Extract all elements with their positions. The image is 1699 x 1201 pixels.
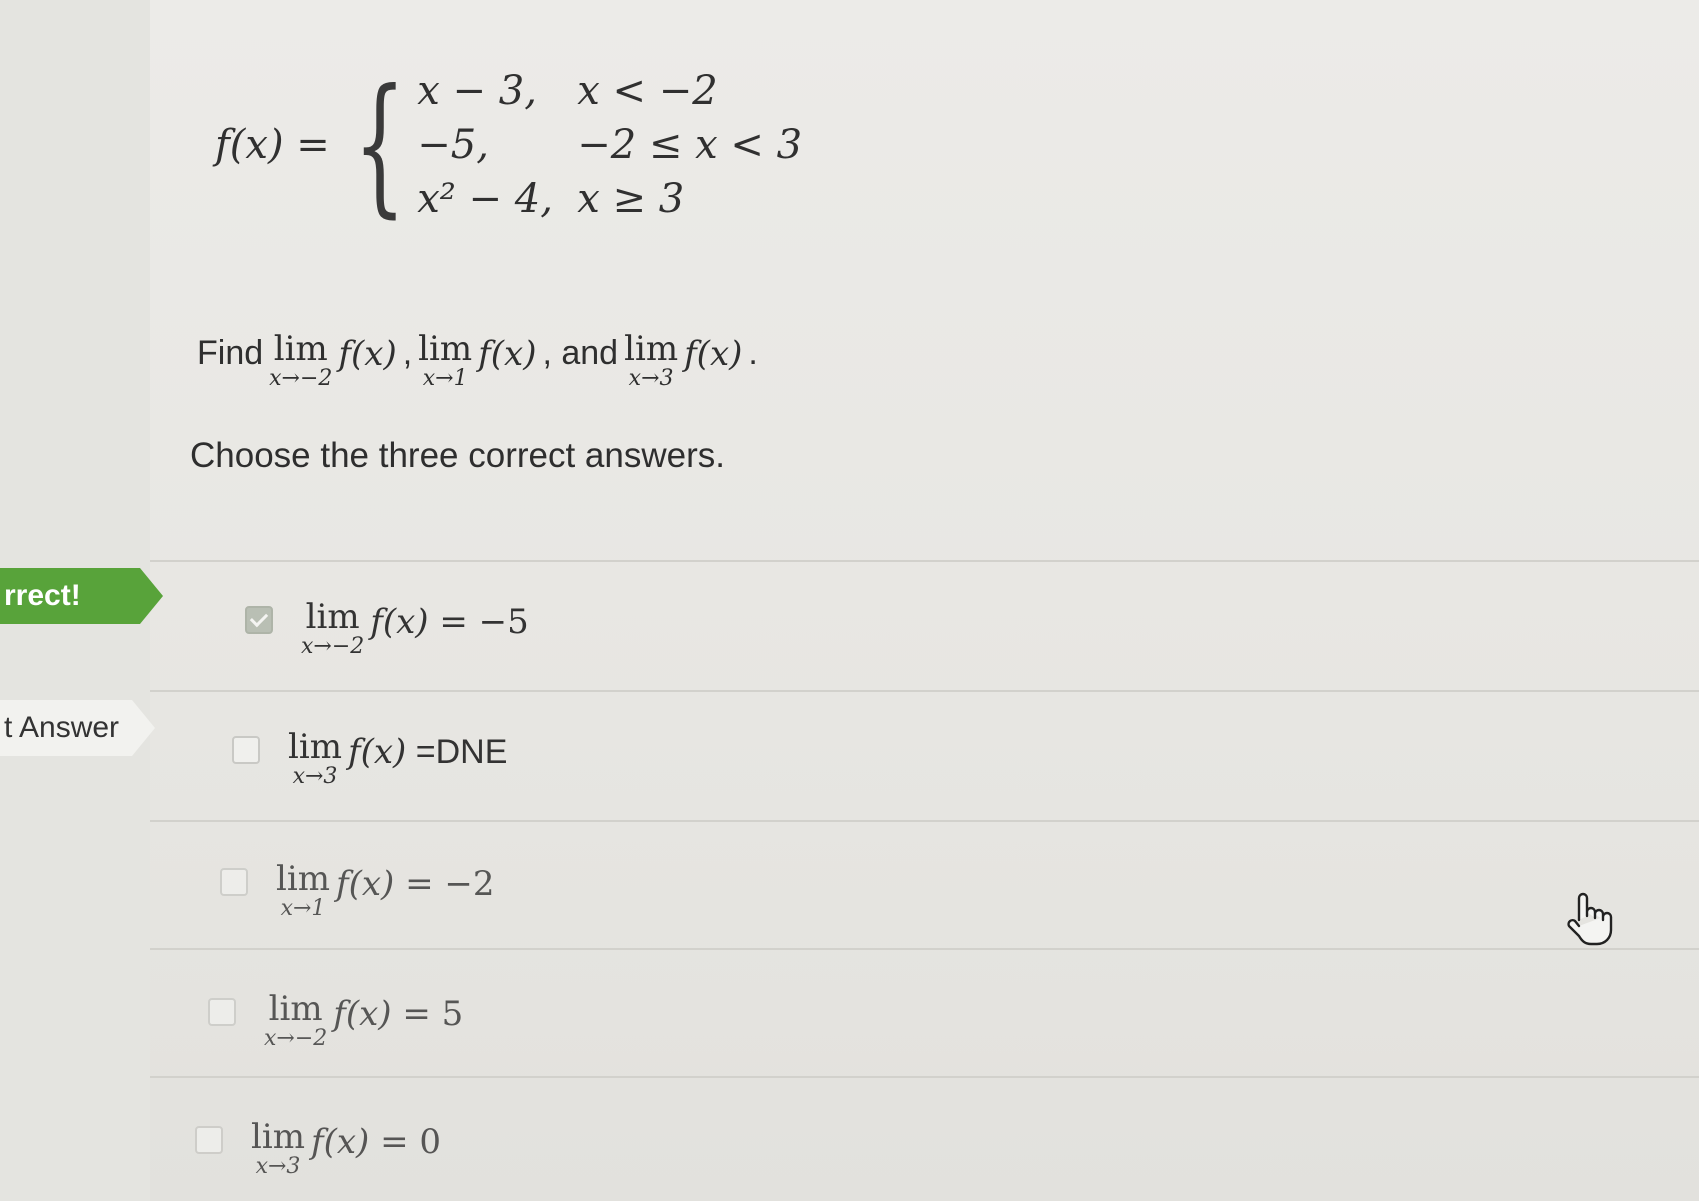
checkmark-icon[interactable]	[245, 606, 273, 634]
lim-subscript: x→3	[292, 764, 338, 789]
answer-option[interactable]: lim x→−2 f(x) = −5	[245, 598, 529, 658]
lim-word: lim	[268, 989, 323, 1029]
divider	[150, 948, 1699, 950]
piecewise-function: f(x) = { x − 3, x < −2 −5, −2 ≤ x < 3 x²…	[215, 60, 807, 230]
option-value: = −2	[394, 864, 495, 904]
limit-operator: lim x→3	[288, 728, 342, 788]
separator: ,	[402, 334, 413, 372]
checkbox-icon[interactable]	[208, 998, 236, 1026]
limit-operator: lim x→1	[418, 330, 472, 390]
limit-operator: lim x→−2	[301, 598, 364, 658]
option-rhs: f(x) = 0	[311, 1122, 441, 1162]
case-condition: −2 ≤ x < 3	[577, 122, 803, 168]
checkbox-icon[interactable]	[195, 1126, 223, 1154]
divider	[150, 690, 1699, 692]
cases-brace: {	[353, 58, 406, 232]
function-call: f(x)	[348, 732, 407, 772]
option-value: = 5	[391, 994, 464, 1034]
function-call: f(x)	[338, 334, 397, 374]
answer-option[interactable]: lim x→3 f(x) =DNE	[232, 728, 507, 788]
limit-operator: lim x→−2	[269, 330, 332, 390]
function-call: f(x)	[333, 994, 392, 1034]
hand-pointer-icon	[1567, 892, 1613, 946]
case-expr: −5,	[417, 122, 489, 168]
function-call: f(x)	[370, 602, 429, 642]
lim-subscript: x→−2	[264, 1026, 328, 1051]
limit-operator: lim x→1	[276, 860, 330, 920]
answer-option[interactable]: lim x→−2 f(x) = 5	[208, 990, 463, 1050]
checkbox-icon[interactable]	[220, 868, 248, 896]
lim-word: lim	[624, 329, 679, 369]
lim-word: lim	[276, 859, 330, 899]
correct-tag: rrect!	[0, 568, 163, 624]
period: .	[748, 334, 758, 372]
lim-subscript: x→−2	[269, 366, 333, 391]
limit-operator: lim x→3	[251, 1118, 305, 1178]
lim-word: lim	[418, 329, 473, 369]
separator: , and	[542, 334, 619, 372]
lim-subscript: x→3	[628, 366, 674, 391]
checkbox-icon[interactable]	[232, 736, 260, 764]
case-expr: x² − 4,	[417, 176, 553, 222]
function-call: f(x)	[336, 864, 395, 904]
divider	[150, 560, 1699, 562]
option-rhs: f(x) =DNE	[348, 732, 507, 772]
answer-option[interactable]: lim x→1 f(x) = −2	[220, 860, 495, 920]
case-condition: x ≥ 3	[577, 176, 685, 222]
lim-word: lim	[305, 597, 360, 637]
case-condition: x < −2	[577, 68, 718, 114]
option-value: =DNE	[406, 733, 508, 771]
find-label: Find	[197, 334, 264, 372]
function-call: f(x)	[684, 334, 743, 374]
option-value: = −5	[428, 602, 529, 642]
lim-subscript: x→3	[255, 1154, 301, 1179]
lim-word: lim	[288, 727, 342, 767]
function-call: f(x)	[478, 334, 537, 374]
divider	[150, 820, 1699, 822]
question-prompt: Find lim x→−2 f(x) , lim x→1 f(x) , and …	[197, 330, 758, 390]
lim-subscript: x→1	[422, 366, 468, 391]
option-rhs: f(x) = 5	[333, 994, 463, 1034]
limit-operator: lim x→3	[624, 330, 678, 390]
option-rhs: f(x) = −5	[370, 602, 529, 642]
answer-tab[interactable]: t Answer	[0, 700, 155, 756]
instruction-text: Choose the three correct answers.	[190, 436, 725, 475]
option-rhs: f(x) = −2	[336, 864, 495, 904]
lim-subscript: x→−2	[301, 634, 365, 659]
function-call: f(x)	[311, 1122, 370, 1162]
option-value: = 0	[369, 1122, 442, 1162]
lim-subscript: x→1	[280, 896, 326, 921]
divider	[150, 1076, 1699, 1078]
case-expr: x − 3,	[417, 68, 537, 114]
answer-option[interactable]: lim x→3 f(x) = 0	[195, 1118, 441, 1178]
function-lhs: f(x) =	[215, 122, 330, 168]
lim-word: lim	[273, 329, 328, 369]
function-cases: x − 3, x < −2 −5, −2 ≤ x < 3 x² − 4, x ≥…	[417, 67, 807, 223]
limit-operator: lim x→−2	[264, 990, 327, 1050]
lim-word: lim	[251, 1117, 305, 1157]
